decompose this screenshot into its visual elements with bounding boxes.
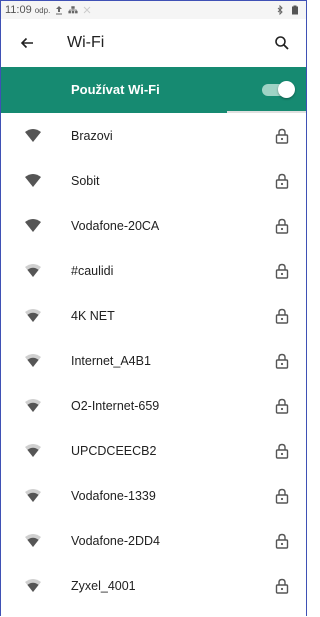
scan-progress-fill <box>1 111 227 113</box>
network-item[interactable]: Vodafone-2DD4 <box>1 518 306 563</box>
network-item[interactable]: 4K NET <box>1 293 306 338</box>
status-left: 11:09 odp. <box>5 4 92 16</box>
lock-icon <box>274 487 290 505</box>
lock-icon <box>274 577 290 595</box>
status-right <box>275 5 300 15</box>
network-name: Internet_A4B1 <box>71 353 151 368</box>
lock-icon <box>274 217 290 235</box>
full-signal-icon <box>23 128 43 144</box>
medium-signal-icon <box>23 488 43 504</box>
wifi-master-label: Používat Wi-Fi <box>71 81 160 97</box>
notification-icon <box>83 6 91 14</box>
network-name: 4K NET <box>71 308 115 323</box>
phone-frame: 11:09 odp. Wi-Fi Používat Wi-Fi Brazovi … <box>0 0 307 616</box>
page-title: Wi-Fi <box>67 34 105 51</box>
lock-icon <box>274 127 290 145</box>
back-arrow-icon <box>20 37 33 49</box>
network-name: Vodafone-20CA <box>71 218 160 233</box>
network-name: Zyxel_4001 <box>71 578 136 593</box>
network-list: Brazovi Sobit Vodafone-20CA #caulidi 4K … <box>1 113 306 608</box>
search-icon <box>275 36 289 50</box>
medium-signal-icon <box>23 398 43 414</box>
lock-icon <box>274 262 290 280</box>
network-name: Vodafone-2DD4 <box>71 533 160 548</box>
scan-progress-bar <box>1 111 306 113</box>
network-name: Vodafone-1339 <box>71 488 156 503</box>
network-item[interactable]: UPCDCEECB2 <box>1 428 306 473</box>
medium-signal-icon <box>23 308 43 324</box>
network-name: #caulidi <box>71 263 114 278</box>
network-icon <box>68 6 78 14</box>
lock-icon <box>274 442 290 460</box>
app-toolbar: Wi-Fi <box>1 19 306 67</box>
network-item[interactable]: Vodafone-1339 <box>1 473 306 518</box>
back-button[interactable] <box>15 31 39 55</box>
network-name: Sobit <box>71 173 100 188</box>
network-item[interactable]: Zyxel_4001 <box>1 563 306 608</box>
network-name: Brazovi <box>71 128 113 143</box>
status-time: 11:09 <box>5 4 32 16</box>
medium-signal-icon <box>23 533 43 549</box>
full-signal-icon <box>23 218 43 234</box>
network-item[interactable]: Internet_A4B1 <box>1 338 306 383</box>
lock-icon <box>274 307 290 325</box>
bluetooth-icon <box>277 5 283 15</box>
full-signal-icon <box>23 173 43 189</box>
medium-signal-icon <box>23 353 43 369</box>
medium-signal-icon <box>23 443 43 459</box>
lock-icon <box>274 352 290 370</box>
network-item[interactable]: Vodafone-20CA <box>1 203 306 248</box>
lock-icon <box>274 397 290 415</box>
status-bar: 11:09 odp. <box>1 1 306 19</box>
medium-signal-icon <box>23 263 43 279</box>
lock-icon <box>274 532 290 550</box>
search-button[interactable] <box>270 31 294 55</box>
network-name: UPCDCEECB2 <box>71 443 157 458</box>
network-item[interactable]: O2-Internet-659 <box>1 383 306 428</box>
battery-icon <box>292 5 298 15</box>
network-item[interactable]: Brazovi <box>1 113 306 158</box>
network-item[interactable]: #caulidi <box>1 248 306 293</box>
status-ampm: odp. <box>34 5 51 15</box>
switch-thumb <box>278 81 295 98</box>
wifi-master-toggle-row[interactable]: Používat Wi-Fi <box>1 67 306 111</box>
upload-icon <box>56 6 63 15</box>
medium-signal-icon <box>23 578 43 594</box>
wifi-toggle-switch[interactable] <box>262 81 295 98</box>
network-item[interactable]: Sobit <box>1 158 306 203</box>
network-name: O2-Internet-659 <box>71 398 160 413</box>
lock-icon <box>274 172 290 190</box>
